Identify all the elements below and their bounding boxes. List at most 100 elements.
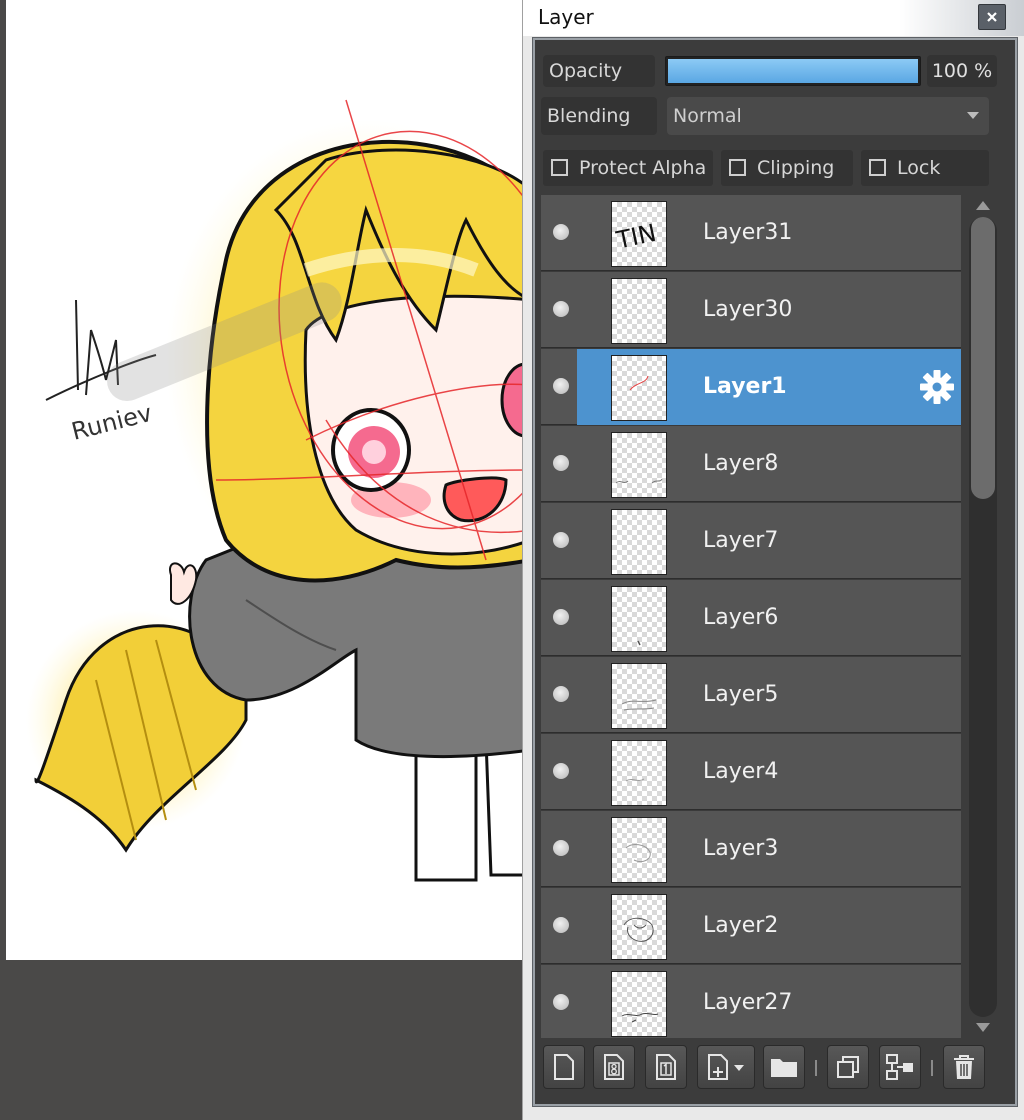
blending-mode-value: Normal	[673, 105, 742, 127]
layer-row-selected[interactable]: Layer1	[541, 349, 961, 425]
layer-row[interactable]: Layer27	[541, 965, 961, 1038]
close-button[interactable]	[978, 4, 1006, 30]
blending-label: Blending	[541, 97, 657, 135]
merge-down-icon	[886, 1054, 913, 1080]
layer-name: Layer27	[703, 990, 793, 1015]
layer-row[interactable]: TIN Layer31	[541, 195, 961, 271]
clipping-label: Clipping	[757, 157, 835, 179]
layer-row[interactable]: Layer6	[541, 580, 961, 656]
visibility-toggle-icon[interactable]	[553, 917, 569, 933]
layer-thumbnail-art	[621, 699, 657, 711]
layer-row[interactable]: Layer7	[541, 503, 961, 579]
layer-thumbnail	[611, 509, 667, 575]
opacity-value[interactable]: 100 %	[927, 55, 997, 87]
scroll-up-arrow-icon[interactable]	[976, 201, 990, 210]
layer-thumbnail	[611, 355, 667, 421]
drawing-canvas[interactable]: Runiev	[6, 0, 526, 960]
new-layer-button[interactable]	[543, 1045, 585, 1089]
protect-alpha-checkbox[interactable]: Protect Alpha	[543, 150, 713, 186]
toolbar-divider	[931, 1060, 933, 1076]
panel-title: Layer	[538, 5, 594, 29]
new-1bit-layer-button[interactable]	[645, 1045, 687, 1089]
layer-thumbnail-art	[615, 478, 663, 484]
layer-toolbar	[541, 1042, 1001, 1094]
artwork-illustration: Runiev	[26, 99, 526, 882]
lock-label: Lock	[897, 157, 941, 179]
layer-name: Layer1	[703, 374, 787, 399]
visibility-toggle-icon[interactable]	[553, 609, 569, 625]
layer-name: Layer3	[703, 836, 779, 861]
panel-titlebar[interactable]: Layer	[523, 0, 1024, 36]
toolbar-divider	[815, 1060, 817, 1076]
layer-thumbnail	[611, 278, 667, 344]
layer-thumbnail-art	[623, 917, 654, 942]
new-8bit-layer-icon	[604, 1054, 624, 1080]
layer-name: Layer5	[703, 682, 779, 707]
opacity-label: Opacity	[543, 55, 655, 87]
duplicate-layer-button[interactable]	[827, 1045, 869, 1089]
layer-thumbnail: TIN	[611, 201, 667, 267]
delete-layer-button[interactable]	[943, 1045, 985, 1089]
trash-icon	[954, 1055, 974, 1079]
layer-thumbnail	[611, 971, 667, 1037]
visibility-toggle-icon[interactable]	[553, 686, 569, 702]
gear-icon[interactable]	[919, 369, 955, 405]
visibility-toggle-icon[interactable]	[553, 532, 569, 548]
layer-name: Layer2	[703, 913, 779, 938]
visibility-toggle-icon[interactable]	[553, 840, 569, 856]
new-layer-icon	[554, 1054, 574, 1080]
layer-row[interactable]: Layer4	[541, 734, 961, 810]
blending-mode-select[interactable]: Normal	[667, 97, 989, 135]
opacity-slider[interactable]	[665, 56, 921, 86]
merge-down-button[interactable]	[879, 1045, 921, 1089]
checkbox-icon	[869, 159, 886, 176]
layer-row[interactable]: Layer8	[541, 426, 961, 502]
clipping-checkbox[interactable]: Clipping	[721, 150, 853, 186]
new-folder-button[interactable]	[763, 1045, 805, 1089]
checkbox-icon	[729, 159, 746, 176]
visibility-toggle-icon[interactable]	[553, 994, 569, 1010]
layer-thumbnail-art	[625, 844, 651, 863]
layer-thumbnail-art	[621, 1012, 659, 1023]
layer-name: Layer31	[703, 220, 793, 245]
layer-thumbnail-art: TIN	[613, 219, 659, 255]
layer-thumbnail-art	[629, 375, 649, 391]
protect-alpha-label: Protect Alpha	[579, 157, 707, 179]
layer-thumbnail-art	[637, 640, 641, 646]
add-layer-menu-button[interactable]	[697, 1045, 755, 1089]
duplicate-layer-icon	[837, 1056, 859, 1078]
add-layer-menu-icon	[708, 1054, 744, 1080]
checkbox-icon	[551, 159, 568, 176]
layer-row[interactable]: Layer30	[541, 272, 961, 348]
layer-thumbnail	[611, 894, 667, 960]
visibility-toggle-icon[interactable]	[553, 763, 569, 779]
layer-panel: Layer Opacity 100 % Blending Normal Prot…	[522, 0, 1024, 1120]
layer-list[interactable]: TIN Layer31 Layer30 Layer1 Layer8 Layer7…	[541, 195, 961, 1038]
layer-row[interactable]: Layer2	[541, 888, 961, 964]
close-icon	[987, 12, 997, 22]
visibility-toggle-icon[interactable]	[553, 378, 569, 394]
thumbnail-text: TIN	[613, 219, 659, 255]
layer-name: Layer30	[703, 297, 793, 322]
new-1bit-layer-icon	[656, 1054, 676, 1080]
layer-row[interactable]: Layer5	[541, 657, 961, 733]
new-8bit-layer-button[interactable]	[593, 1045, 635, 1089]
scroll-thumb[interactable]	[971, 217, 995, 499]
layer-thumbnail	[611, 663, 667, 729]
layer-name: Layer4	[703, 759, 779, 784]
layer-name: Layer6	[703, 605, 779, 630]
artist-signature: Runiev	[69, 399, 155, 446]
layer-thumbnail	[611, 817, 667, 883]
layer-list-scrollbar[interactable]	[965, 195, 1001, 1038]
layer-thumbnail	[611, 432, 667, 498]
scroll-down-arrow-icon[interactable]	[976, 1023, 990, 1032]
panel-body: Opacity 100 % Blending Normal Protect Al…	[532, 37, 1018, 1107]
visibility-toggle-icon[interactable]	[553, 224, 569, 240]
opacity-slider-fill	[668, 59, 918, 83]
visibility-toggle-icon[interactable]	[553, 301, 569, 317]
chevron-down-icon	[967, 112, 979, 119]
layer-name: Layer8	[703, 451, 779, 476]
visibility-toggle-icon[interactable]	[553, 455, 569, 471]
layer-row[interactable]: Layer3	[541, 811, 961, 887]
lock-checkbox[interactable]: Lock	[861, 150, 989, 186]
